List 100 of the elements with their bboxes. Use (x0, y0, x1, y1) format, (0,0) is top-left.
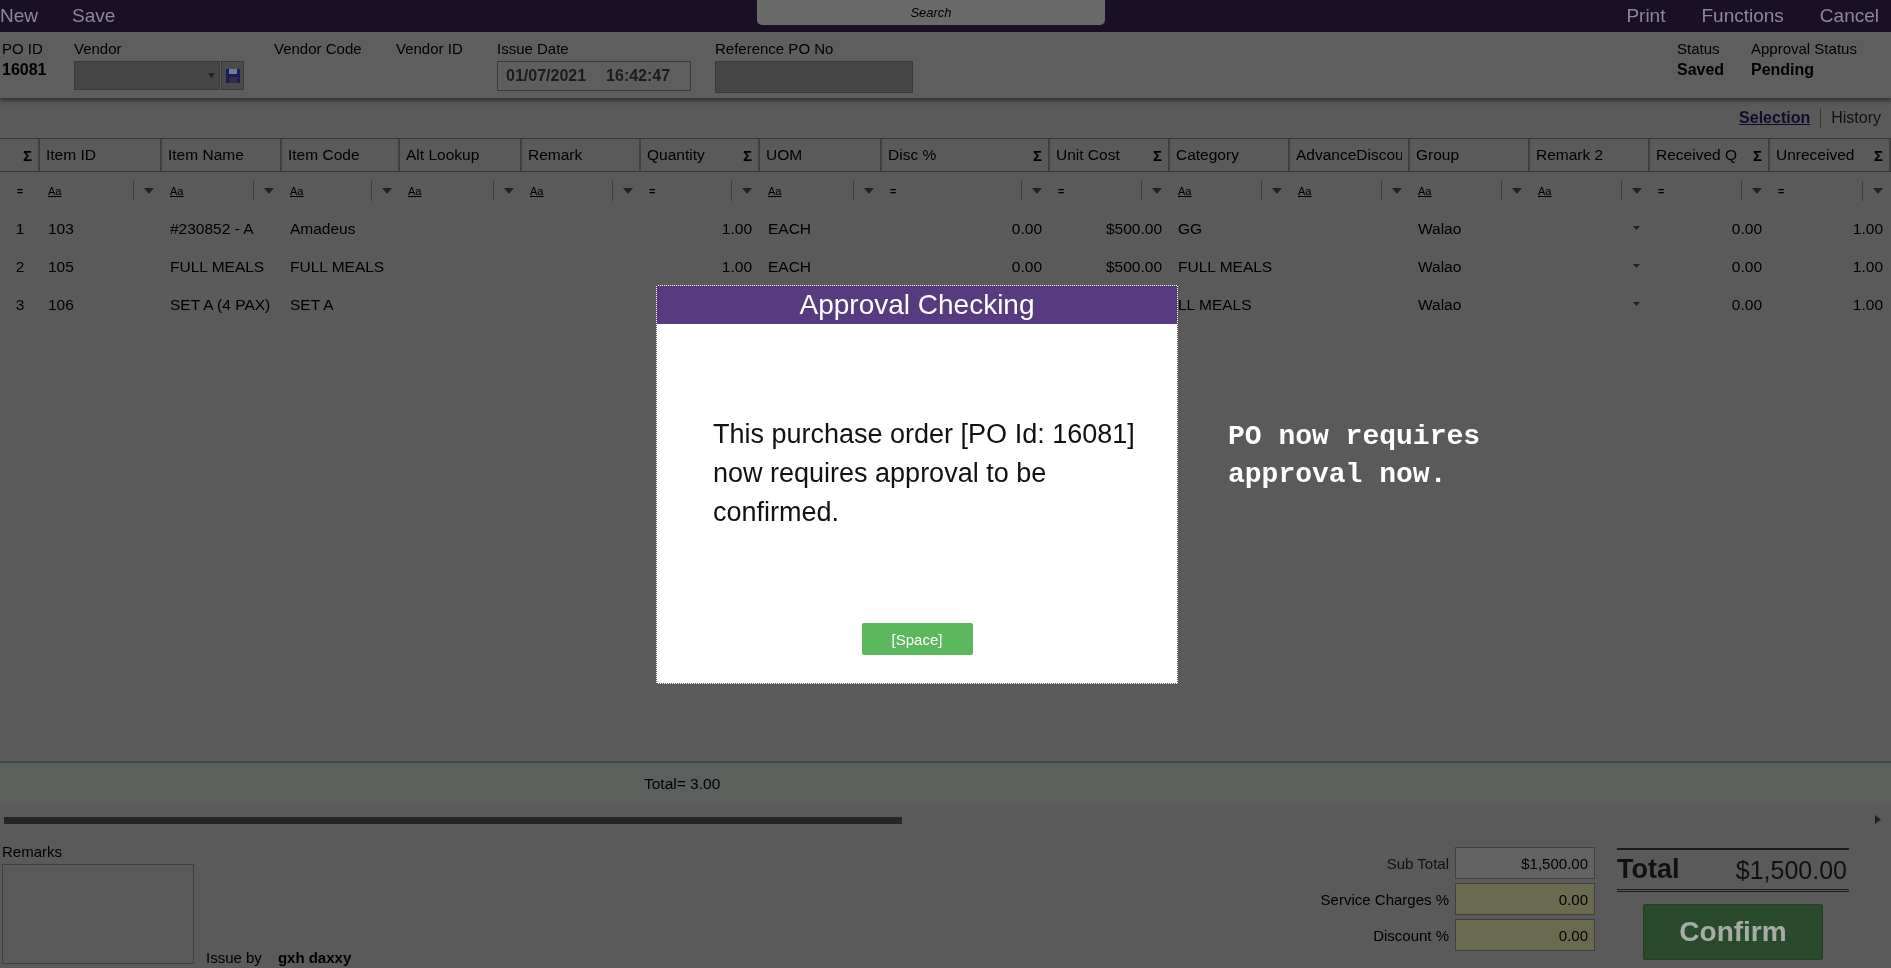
toolbar-button[interactable]: Cancel (1811, 5, 1887, 27)
dropdown-arrow-icon[interactable] (1632, 188, 1642, 194)
dropdown-arrow-icon[interactable] (864, 188, 874, 194)
toolbar-button[interactable]: New (0, 5, 46, 27)
filter-operator[interactable]: Aa (1178, 185, 1192, 197)
table-cell-text: Walao (1418, 258, 1463, 276)
dropdown-arrow-icon[interactable] (742, 188, 752, 194)
filter-operator[interactable]: = (16, 185, 24, 197)
filter-operator[interactable]: = (1658, 185, 1665, 197)
sum-icon[interactable]: Σ (743, 146, 752, 164)
field-label: Discount % (1373, 926, 1449, 944)
table-cell-text: 0.00 (1730, 220, 1762, 238)
dropdown-arrow-icon[interactable] (264, 188, 274, 194)
annotation-text: PO now requires approval now. (1228, 420, 1482, 492)
confirm-button[interactable]: Confirm (1643, 904, 1823, 960)
table-cell-text: 1.00 (720, 220, 752, 238)
filter-operator[interactable]: Aa (1298, 185, 1312, 197)
column-header[interactable]: Unreceived Σ (1770, 139, 1891, 171)
column-header[interactable]: Item Code (282, 139, 400, 171)
field-label: Sub Total (1386, 854, 1449, 872)
filter-operator[interactable]: = (1778, 185, 1785, 197)
filter-operator[interactable]: Aa (408, 185, 422, 197)
filter-operator[interactable]: Aa (290, 185, 304, 197)
sum-icon[interactable]: Σ (1874, 146, 1883, 164)
column-header[interactable]: Received Q Σ (1650, 139, 1770, 171)
scrollbar-thumb[interactable] (4, 816, 902, 824)
column-header[interactable]: Item Name (162, 139, 282, 171)
filter-operator[interactable]: Aa (768, 185, 782, 197)
filter-operator[interactable]: Aa (1538, 185, 1552, 197)
space-button[interactable]: [Space] (861, 623, 973, 655)
dropdown-arrow-icon[interactable] (1272, 188, 1282, 194)
approval-status-value: Pending (1751, 61, 1816, 79)
column-header[interactable]: Σ (0, 139, 40, 171)
table-cell-text: 106 (48, 296, 75, 314)
toolbar-button[interactable]: Print (1618, 5, 1674, 27)
input-field[interactable]: 0.00 (1455, 883, 1595, 915)
field-label: Vendor Code (274, 40, 363, 57)
filter-operator[interactable]: = (1058, 185, 1065, 197)
filter-operator[interactable]: Aa (1418, 185, 1432, 197)
toolbar-button[interactable]: Functions (1693, 5, 1792, 27)
filter-operator[interactable]: = (649, 185, 656, 197)
caret-icon[interactable] (1633, 302, 1640, 306)
filter-operator[interactable]: Aa (170, 185, 184, 197)
sum-icon[interactable]: Σ (1153, 146, 1162, 164)
table-cell-text: FULL MEALS (290, 258, 386, 276)
column-header[interactable]: Remark (522, 139, 641, 171)
dropdown-arrow-icon[interactable] (1873, 188, 1883, 194)
dialog-message: This purchase order [PO Id: 16081] now requires approval to be confirmed. (713, 418, 1136, 529)
filter-operator[interactable]: = (890, 185, 897, 197)
view-tab[interactable]: Selection (1739, 109, 1811, 127)
column-header[interactable]: Group (1410, 139, 1530, 171)
total-quantity: Total= 3.00 (644, 775, 721, 793)
sum-icon[interactable]: Σ (1753, 146, 1762, 164)
dropdown-arrow-icon[interactable] (1752, 188, 1762, 194)
scroll-right-icon[interactable] (1875, 815, 1881, 824)
dropdown-arrow-icon[interactable] (1512, 188, 1522, 194)
input-field[interactable]: $1,500.00 (1455, 847, 1595, 879)
table-cell-text: EACH (768, 258, 813, 276)
dropdown-arrow-icon[interactable] (1032, 188, 1042, 194)
table-cell-text: Amadeus (290, 220, 357, 238)
column-header[interactable]: Remark 2 (1530, 139, 1650, 171)
dropdown-arrow-icon[interactable] (382, 188, 392, 194)
column-header[interactable]: Unit Cost Σ (1050, 139, 1170, 171)
table-cell-text: $500.00 (1104, 258, 1162, 276)
table-cell-text: 3 (14, 296, 26, 314)
dropdown-arrow-icon[interactable] (1392, 188, 1402, 194)
column-header[interactable]: Disc % Σ (882, 139, 1050, 171)
sum-icon[interactable]: Σ (1033, 146, 1042, 164)
caret-icon[interactable] (1633, 264, 1640, 268)
dropdown-arrow-icon[interactable] (504, 188, 514, 194)
input-field[interactable] (715, 61, 913, 93)
input-field[interactable]: 0.00 (1455, 919, 1595, 951)
column-header[interactable]: Quantity Σ (641, 139, 760, 171)
filter-operator[interactable]: Aa (530, 185, 544, 197)
dropdown-arrow-icon[interactable] (144, 188, 154, 194)
filter-operator[interactable]: Aa (48, 185, 62, 197)
column-header[interactable]: Category (1170, 139, 1290, 171)
view-tab[interactable]: History (1831, 109, 1881, 127)
column-header[interactable]: UOM (760, 139, 882, 171)
column-header[interactable]: AdvanceDiscou (1290, 139, 1410, 171)
field-label: Reference PO No (715, 40, 835, 57)
dropdown-arrow-icon[interactable] (1152, 188, 1162, 194)
sum-icon[interactable]: Σ (23, 146, 32, 164)
search-field[interactable]: Search (757, 0, 1105, 25)
caret-icon[interactable] (1633, 226, 1640, 230)
date-field[interactable]: 01/07/2021 16:42:47 (497, 61, 691, 91)
save-button[interactable] (221, 61, 244, 90)
table-cell-text: 2 (14, 258, 26, 276)
dropdown-arrow-icon[interactable] (623, 188, 633, 194)
table-cell-text: 105 (48, 258, 75, 276)
table-cell-text: 1.00 (1851, 258, 1883, 276)
column-header[interactable]: Alt Lookup (400, 139, 522, 171)
table-cell-text: 103 (48, 220, 75, 238)
field-label: Issue Date (497, 40, 570, 57)
table-cell-text: GG (1178, 220, 1204, 238)
toolbar-button[interactable]: Save (64, 5, 124, 27)
remarks-field[interactable] (2, 864, 194, 964)
field-label: Issue by (206, 949, 262, 966)
column-header[interactable]: Item ID (40, 139, 162, 171)
table-cell-text: 0.00 (1730, 296, 1762, 314)
